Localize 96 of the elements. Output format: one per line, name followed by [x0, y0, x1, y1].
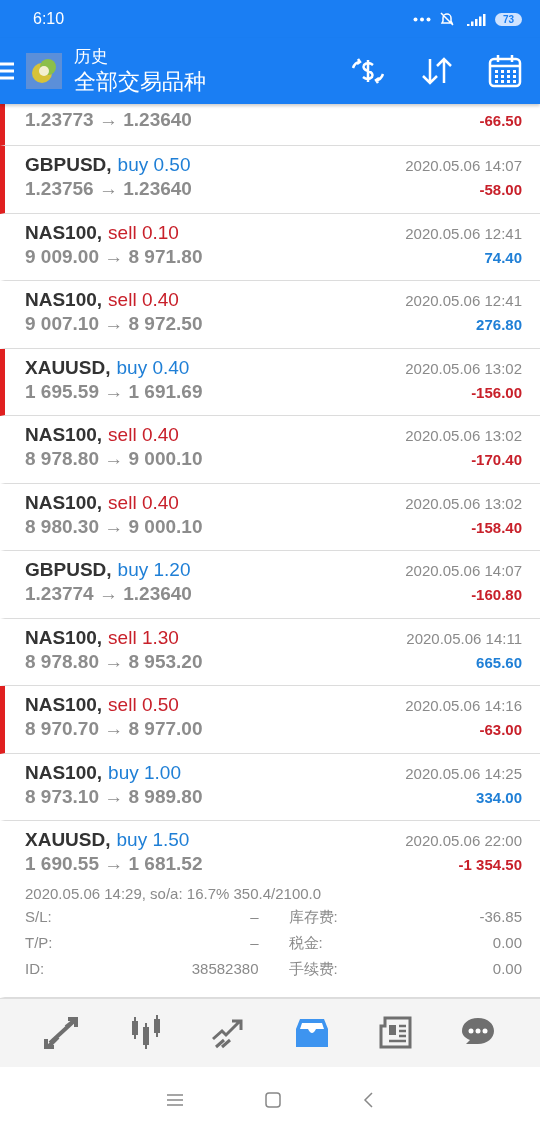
deal-time: 2020.05.06 12:41 [405, 292, 522, 309]
dots-icon [412, 16, 431, 22]
deal-prices: 1.23774 → 1.23640 [25, 583, 192, 605]
deal-profit: 334.00 [476, 788, 522, 806]
deal-profit: -63.00 [479, 721, 522, 738]
sort-icon[interactable] [420, 56, 454, 86]
deal-action: buy 0.40 [116, 356, 190, 379]
deal-row[interactable]: GBPUSD, buy 1.20 2020.05.06 14:07 1.23774 → 1.23640 -160.80 [0, 551, 540, 619]
field-label: ID: [25, 960, 45, 979]
screen-title: 历史 [74, 46, 109, 68]
deal-symbol: NAS100, [25, 221, 103, 244]
field-label: S/L: [25, 908, 52, 927]
deal-prices: 9 007.10 → 8 972.50 [25, 313, 203, 335]
deal-symbol: NAS100, [25, 424, 103, 446]
deal-symbol: NAS100, [25, 761, 103, 784]
field-value: – [250, 934, 259, 953]
deal-time: 2020.05.06 13:02 [405, 359, 522, 377]
deal-symbol: NAS100, [25, 491, 103, 514]
deal-prices: 1.23773 → 1.23640 [25, 109, 192, 131]
deal-row[interactable]: NAS100, sell 0.50 2020.05.06 14:16 8 970.70 → 8 977.00 -63.00 [0, 686, 540, 754]
deal-time: 2020.05.06 14:25 [405, 764, 522, 782]
deal-prices: 8 980.30 → 9 000.10 [25, 515, 203, 538]
inbox-icon [293, 1017, 330, 1049]
deal-profit: -158.40 [471, 518, 522, 536]
deal-symbol: XAUUSD, [25, 356, 111, 379]
deal-time: 2020.05.06 14:11 [406, 629, 522, 647]
deal-time: 2020.05.06 13:02 [405, 494, 522, 512]
deal-profit: 74.40 [484, 248, 522, 266]
deal-profit: -160.80 [471, 586, 522, 603]
deal-row[interactable]: 1.23773 → 1.23640 -66.50 [0, 104, 540, 146]
deal-profit: 276.80 [476, 316, 522, 333]
deal-prices: 1 690.55 → 1 681.52 [25, 853, 203, 875]
field-label: T/P: [25, 934, 53, 953]
deal-row[interactable]: NAS100, sell 0.10 2020.05.06 12:41 9 009.00 → 8 971.80 74.40 [0, 213, 540, 281]
deal-symbol: NAS100, [25, 694, 103, 716]
field-value: – [250, 908, 259, 927]
deal-action: buy 1.50 [116, 829, 190, 851]
muted-bell-icon [438, 11, 455, 27]
app-logo-icon [26, 53, 62, 89]
field-value: 38582380 [191, 960, 259, 979]
deal-prices: 8 973.10 → 8 989.80 [25, 785, 203, 808]
deal-action: buy 0.50 [117, 154, 191, 176]
deal-profit: -156.00 [471, 383, 522, 401]
deal-row[interactable]: NAS100, buy 1.00 2020.05.06 14:25 8 973.10 → 8 989.80 334.00 [0, 753, 540, 821]
field-value: 0.00 [492, 960, 522, 979]
deal-prices: 8 978.80 → 8 953.20 [25, 650, 203, 673]
field-label: 手续费: [288, 960, 338, 979]
deal-action: sell 1.30 [108, 626, 179, 649]
deal-action: sell 0.50 [108, 694, 179, 716]
field-label: 税金: [288, 934, 323, 953]
deal-prices: 1 695.59 → 1 691.69 [25, 380, 203, 403]
deal-row[interactable]: NAS100, sell 0.40 2020.05.06 13:02 8 980.30 → 9 000.10 -158.40 [0, 483, 540, 551]
deal-time: 2020.05.06 13:02 [405, 427, 522, 444]
calendar-icon[interactable] [488, 54, 522, 88]
double-arrow-icon [43, 1017, 80, 1049]
menu-icon[interactable] [166, 1092, 184, 1107]
deal-row[interactable]: GBPUSD, buy 0.50 2020.05.06 14:07 1.23756 → 1.23640 -58.00 [0, 146, 540, 214]
home-icon[interactable] [264, 1090, 282, 1109]
deal-summary: 2020.05.06 14:29, so/a: 16.7% 350.4/2100.0 [25, 885, 323, 902]
clock: 6:10 [33, 10, 65, 28]
deal-profit: -170.40 [471, 451, 522, 468]
deal-time: 2020.05.06 14:07 [405, 157, 522, 174]
deal-symbol: NAS100, [25, 626, 103, 649]
deal-symbol: GBPUSD, [25, 559, 112, 581]
deal-prices: 1.23756 → 1.23640 [25, 178, 192, 200]
deal-prices: 8 970.70 → 8 977.00 [25, 718, 203, 740]
deal-time: 2020.05.06 14:16 [405, 697, 522, 714]
deal-profit: -58.00 [479, 181, 522, 198]
deal-row[interactable]: NAS100, sell 0.40 2020.05.06 13:02 8 978.80 → 9 000.10 -170.40 [0, 416, 540, 484]
deal-action: sell 0.10 [108, 221, 179, 244]
field-label: 库存费: [288, 908, 338, 927]
deal-row[interactable]: NAS100, sell 0.40 2020.05.06 12:41 9 007.10 → 8 972.50 276.80 [0, 281, 540, 349]
deal-symbol: GBPUSD, [25, 154, 112, 176]
deal-profit: -1 354.50 [458, 856, 522, 873]
deal-row[interactable]: XAUUSD, buy 0.40 2020.05.06 13:02 1 695.59 → 1 691.69 -156.00 [0, 348, 540, 416]
deal-time: 2020.05.06 22:00 [405, 832, 522, 849]
deal-action: sell 0.40 [108, 289, 179, 311]
deal-prices: 9 009.00 → 8 971.80 [25, 245, 203, 268]
battery-level: 73 [494, 12, 522, 26]
deal-action: buy 1.00 [108, 761, 181, 784]
deal-action: sell 0.40 [108, 424, 179, 446]
symbol-filter[interactable]: 全部交易品种 [74, 68, 206, 96]
currency-exchange-icon[interactable] [350, 56, 386, 86]
deal-symbol: NAS100, [25, 289, 103, 311]
deal-time: 2020.05.06 14:07 [405, 562, 522, 579]
deal-profit: 665.60 [476, 653, 522, 671]
field-value: 0.00 [492, 934, 522, 953]
deal-action: sell 0.40 [108, 491, 179, 514]
deal-symbol: XAUUSD, [25, 829, 111, 851]
deal-time: 2020.05.06 12:41 [405, 224, 522, 242]
field-value: -36.85 [479, 908, 522, 927]
deal-prices: 8 978.80 → 9 000.10 [25, 448, 203, 470]
deal-action: buy 1.20 [117, 559, 191, 581]
deal-row[interactable]: NAS100, sell 1.30 2020.05.06 14:11 8 978.80 → 8 953.20 665.60 [0, 618, 540, 686]
deal-profit: -66.50 [479, 112, 522, 129]
back-icon[interactable] [362, 1090, 374, 1109]
